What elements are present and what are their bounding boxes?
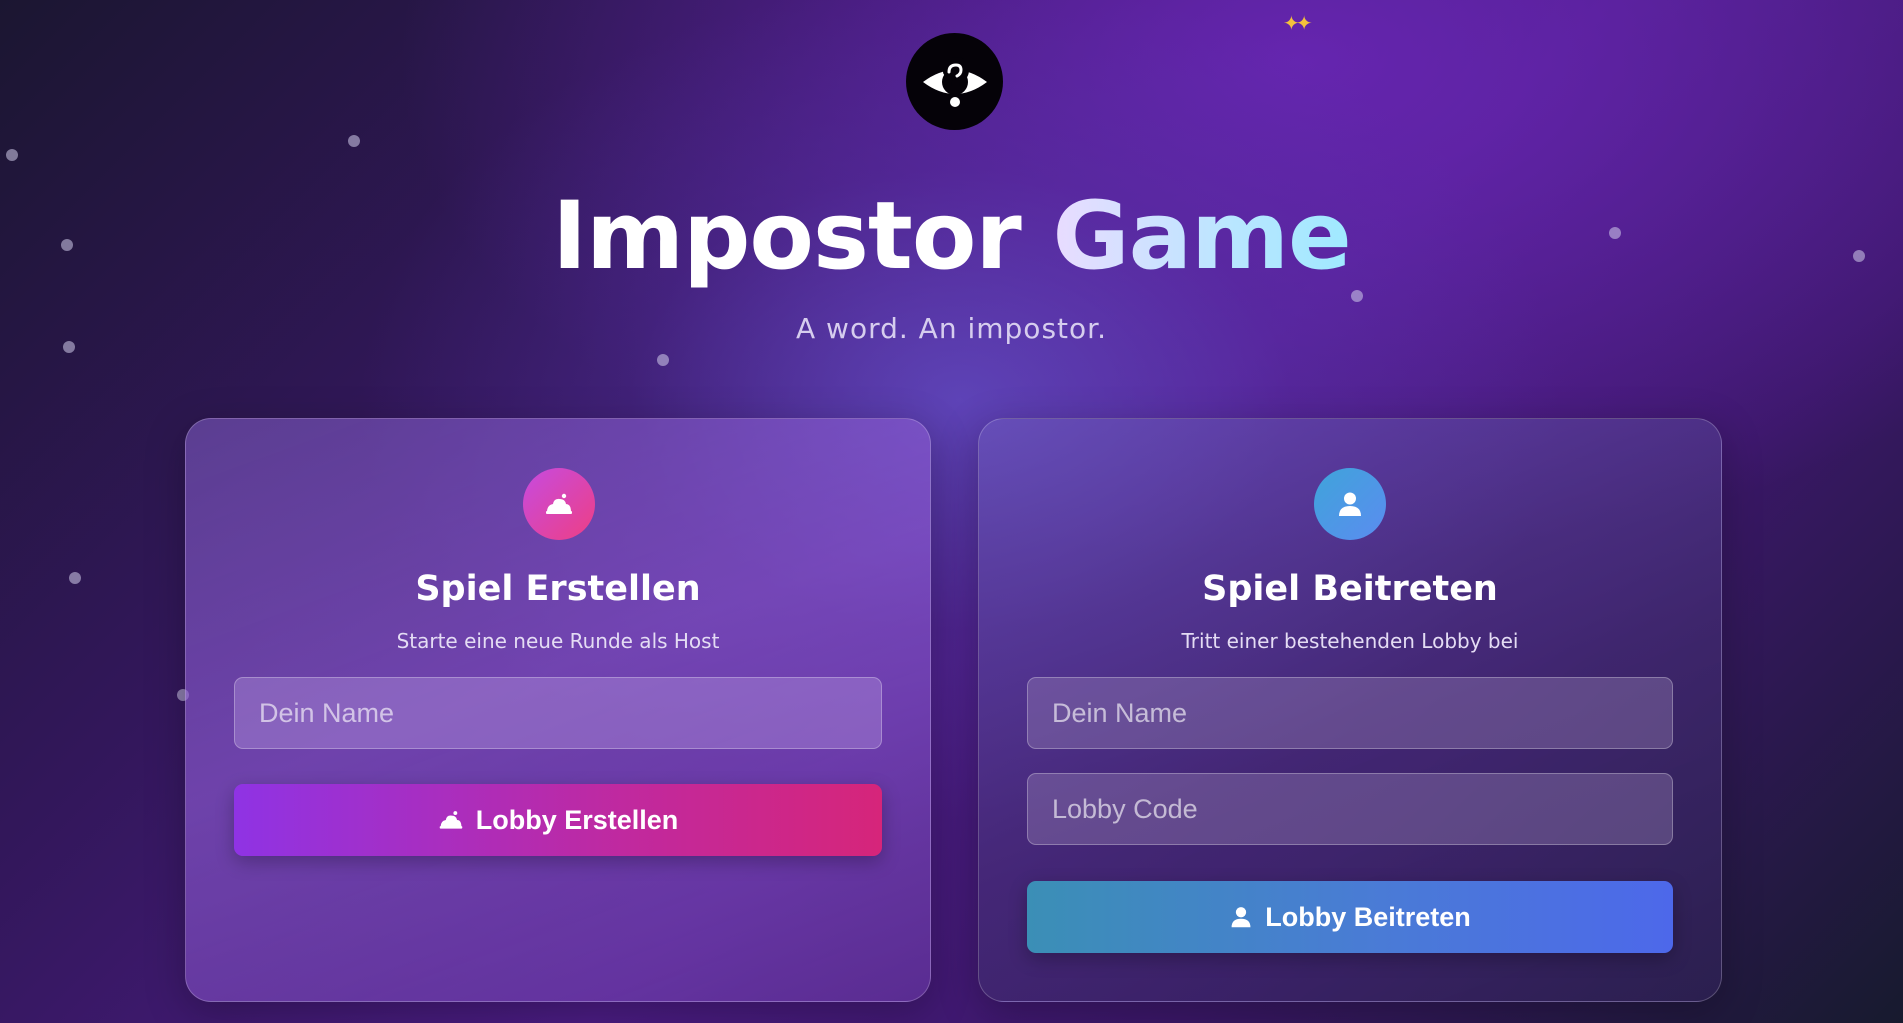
create-game-card: Spiel Erstellen Starte eine neue Runde a… <box>185 418 931 1002</box>
page-title: Impostor Game <box>0 182 1903 292</box>
floating-dot <box>6 149 18 161</box>
floating-dot <box>657 354 669 366</box>
join-name-input[interactable] <box>1027 677 1673 749</box>
join-lobby-button[interactable]: Lobby Beitreten <box>1027 881 1673 953</box>
logo <box>906 33 1003 130</box>
host-cloud-icon <box>439 811 462 829</box>
title-word-game: Game <box>1052 182 1352 291</box>
join-lobby-button-label: Lobby Beitreten <box>1265 901 1471 932</box>
floating-dot <box>348 135 360 147</box>
user-icon <box>1339 492 1361 516</box>
create-lobby-button[interactable]: Lobby Erstellen <box>234 784 882 856</box>
lobby-code-input[interactable] <box>1027 773 1673 845</box>
page: ✦✦ Impostor Game A word. An impostor. Sp… <box>0 0 1903 1023</box>
question-eye-icon <box>922 56 987 107</box>
title-word-impostor: Impostor <box>552 182 1022 291</box>
join-card-description: Tritt einer bestehenden Lobby bei <box>1181 629 1519 653</box>
create-card-title: Spiel Erstellen <box>415 569 701 609</box>
host-cloud-icon <box>546 493 572 514</box>
sparkle-icon: ✦✦ <box>1283 11 1312 35</box>
create-card-description: Starte eine neue Runde als Host <box>396 629 720 653</box>
create-lobby-button-label: Lobby Erstellen <box>475 804 679 835</box>
create-name-input[interactable] <box>234 677 882 749</box>
join-card-title: Spiel Beitreten <box>1202 569 1498 609</box>
create-card-icon-badge <box>523 468 595 540</box>
join-game-card: Spiel Beitreten Tritt einer bestehenden … <box>978 418 1722 1002</box>
user-icon <box>1231 907 1251 928</box>
page-subtitle: A word. An impostor. <box>796 312 1107 345</box>
floating-dot <box>69 572 81 584</box>
join-card-icon-badge <box>1314 468 1386 540</box>
